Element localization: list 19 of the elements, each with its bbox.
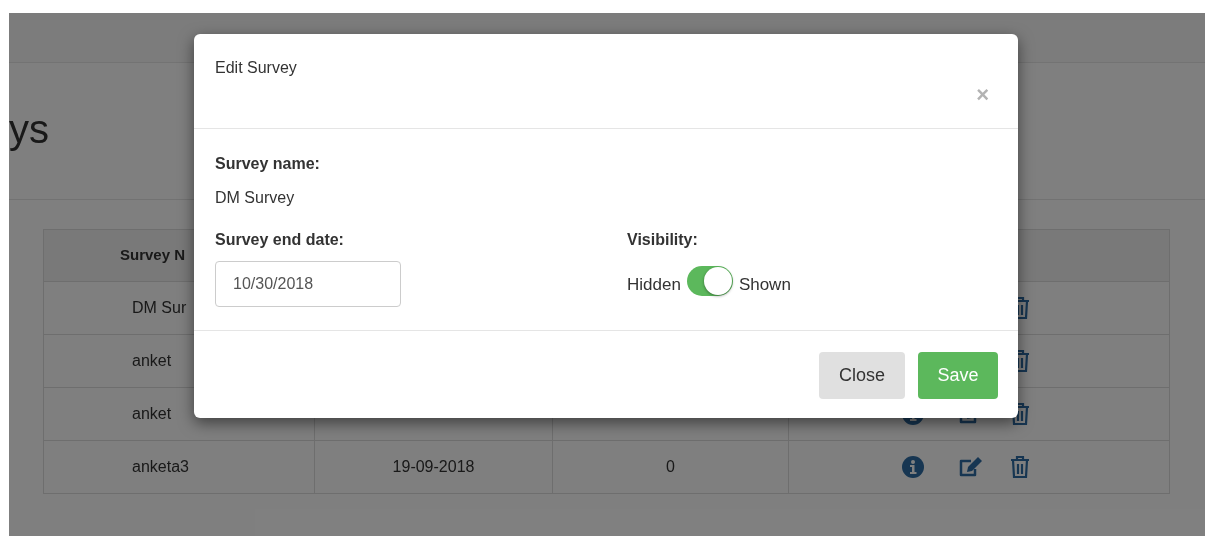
table-cell: 0 — [666, 458, 675, 475]
edit-icon[interactable] — [958, 456, 984, 478]
date-field[interactable]: 10/30/2018 — [215, 261, 401, 307]
toggle-on-label: Shown — [738, 274, 791, 296]
toggle-off-label: Hidden — [627, 274, 681, 296]
table-cell: 19-09-2018 — [392, 458, 475, 475]
dialog-title: Edit Survey — [215, 58, 297, 78]
table-cell: anketa3 — [132, 458, 189, 475]
field-label: Survey end date: — [215, 230, 344, 250]
survey-name-value: DM Survey — [215, 188, 295, 208]
field-label: Visibility: — [627, 230, 698, 250]
table-cell: anket — [132, 405, 172, 422]
page-heading: ys — [9, 109, 49, 149]
field-label: Survey name: — [215, 154, 321, 174]
column-header: Survey N — [120, 246, 186, 264]
visibility-toggle[interactable] — [686, 265, 733, 296]
table-cell: DM Sur — [132, 299, 187, 316]
table-cell: anket — [132, 352, 172, 369]
close-button[interactable]: Close — [819, 352, 905, 399]
